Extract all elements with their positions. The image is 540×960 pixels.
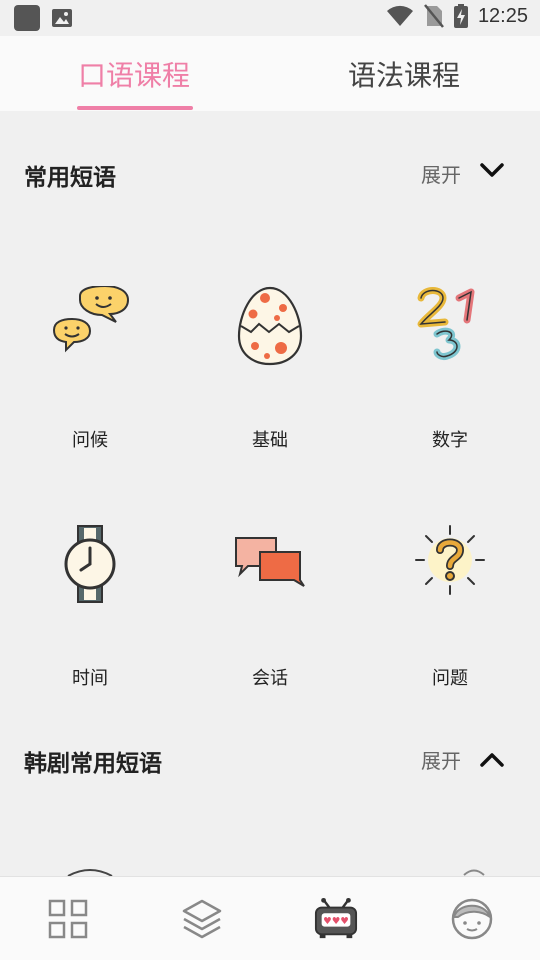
bottom-navigation: ♥♥♥ (0, 876, 540, 960)
no-sim-icon (423, 4, 444, 28)
battery-charging-icon (453, 4, 468, 28)
cracked-egg-icon (237, 286, 303, 366)
tab-grammar-course[interactable]: 语法课程 (348, 54, 460, 94)
profile-face-icon[interactable] (450, 897, 494, 941)
conversation-bubbles-icon (235, 537, 305, 587)
layers-icon[interactable] (180, 897, 224, 941)
lesson-label: 数字 (432, 430, 468, 451)
section-title: 韩剧常用短语 (24, 751, 162, 777)
numbers-icon (417, 287, 475, 360)
chevron-down-icon[interactable] (478, 156, 506, 184)
tab-spoken-course[interactable]: 口语课程 (78, 54, 190, 94)
chevron-up-icon[interactable] (478, 746, 506, 774)
section-header-common-phrases[interactable]: 常用短语 展开 (0, 154, 540, 194)
active-tab-indicator (77, 106, 193, 110)
lesson-item-questions[interactable]: 问题 (360, 524, 540, 724)
svg-text:♥♥♥: ♥♥♥ (323, 916, 349, 927)
speech-bubbles-smiley-icon (52, 286, 130, 353)
section-header-kdrama-phrases[interactable]: 韩剧常用短语 展开 (0, 740, 540, 780)
lesson-item-time[interactable]: 时间 (0, 524, 180, 724)
lesson-item-conversation[interactable]: 会话 (180, 524, 360, 724)
lesson-label: 问候 (72, 430, 108, 451)
grid-icon[interactable] (46, 897, 90, 941)
lesson-label: 会话 (252, 668, 288, 689)
lesson-label: 问题 (432, 668, 468, 689)
question-mark-icon (415, 525, 485, 595)
partial-icon-3 (463, 869, 485, 876)
course-tabs: 口语课程 语法课程 (0, 36, 540, 111)
lesson-label: 时间 (72, 668, 108, 689)
partial-icon-1 (67, 869, 113, 876)
section-title: 常用短语 (24, 165, 116, 191)
expand-button[interactable]: 展开 (421, 745, 461, 774)
lesson-item-basics[interactable]: 基础 (180, 286, 360, 486)
notification-app-icon (14, 5, 40, 31)
lesson-label: 基础 (252, 430, 288, 451)
image-notification-icon (52, 9, 72, 27)
status-time: 12:25 (477, 4, 528, 27)
lesson-item-numbers[interactable]: 数字 (360, 286, 540, 486)
lesson-item-greeting[interactable]: 问候 (0, 286, 180, 486)
wifi-icon (386, 5, 413, 26)
expand-button[interactable]: 展开 (421, 159, 461, 188)
tv-icon[interactable]: ♥♥♥ (314, 897, 358, 941)
wristwatch-icon (64, 525, 116, 603)
status-bar: 12:25 (0, 0, 540, 36)
